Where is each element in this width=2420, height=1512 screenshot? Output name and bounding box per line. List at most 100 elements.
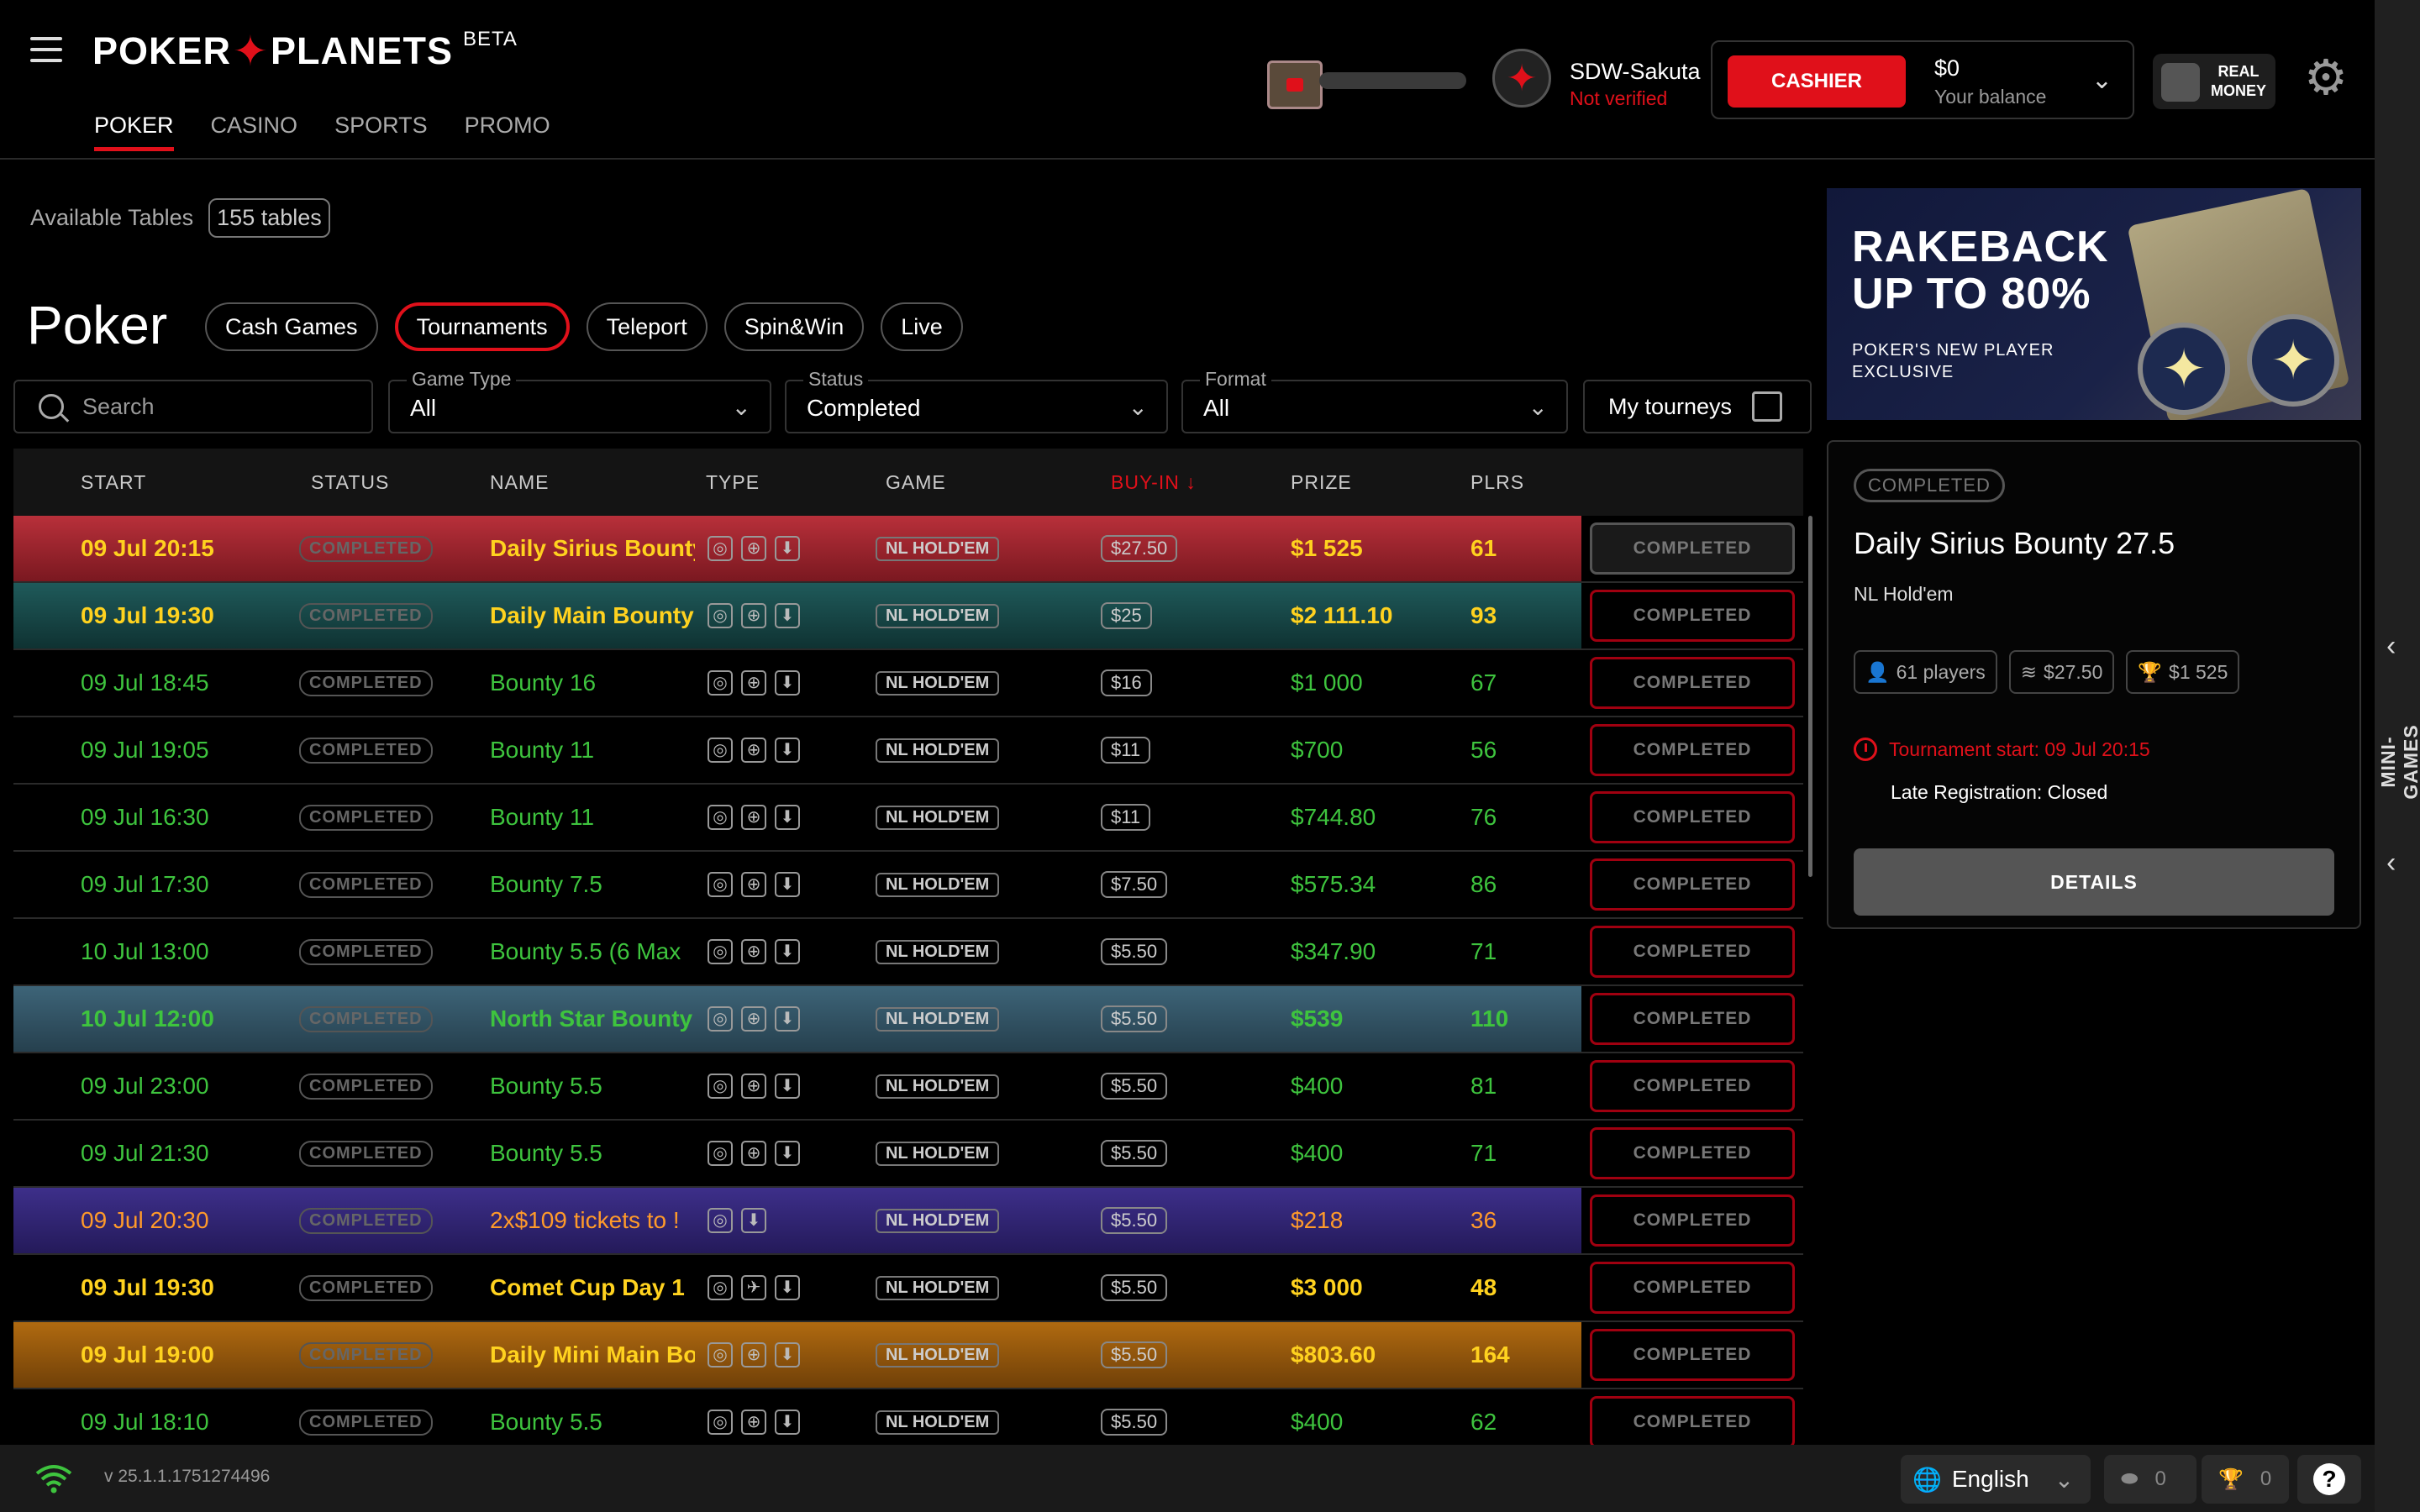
- row-prize: $575.34: [1291, 871, 1376, 897]
- table-row[interactable]: 10 Jul 13:00 COMPLETED Bounty 5.5 (6 Max ◎ ⊕…: [13, 919, 1803, 986]
- col-status[interactable]: STATUS: [311, 471, 389, 494]
- nav-casino[interactable]: CASINO: [211, 113, 298, 151]
- prize-stat: 🏆 $1 525: [2126, 650, 2240, 694]
- tournament-type-icon: ⬇: [775, 1410, 800, 1435]
- my-tourneys-filter[interactable]: My tourneys: [1583, 380, 1812, 433]
- game-badge: NL HOLD'EM: [876, 670, 1000, 696]
- help-button[interactable]: ?: [2297, 1455, 2361, 1504]
- mini-games-strip[interactable]: ‹ MINI-GAMES ‹: [2375, 0, 2420, 1512]
- tab-live[interactable]: Live: [881, 302, 963, 351]
- status-badge: COMPLETED: [299, 1274, 433, 1301]
- mini-games-label[interactable]: MINI-GAMES: [2377, 703, 2420, 821]
- treasure-chest-icon[interactable]: [1267, 60, 1323, 109]
- username[interactable]: SDW-Sakuta: [1570, 59, 1701, 85]
- tab-cash-games[interactable]: Cash Games: [205, 302, 378, 351]
- row-completed-button[interactable]: COMPLETED: [1590, 590, 1795, 642]
- row-plrs: 110: [1470, 1005, 1509, 1032]
- table-row[interactable]: 10 Jul 12:00 COMPLETED North Star Bounty ◎ ⊕…: [13, 986, 1803, 1053]
- search-input[interactable]: [81, 392, 350, 421]
- tournament-type-icon: ⬇: [775, 805, 800, 830]
- table-row[interactable]: 09 Jul 21:30 COMPLETED Bounty 5.5 ◎ ⊕ ⬇ NL HOL…: [13, 1121, 1803, 1188]
- row-completed-button[interactable]: COMPLETED: [1590, 1194, 1795, 1247]
- row-completed-button[interactable]: COMPLETED: [1590, 1127, 1795, 1179]
- col-game[interactable]: GAME: [886, 471, 946, 494]
- row-completed-button[interactable]: COMPLETED: [1590, 522, 1795, 575]
- tournament-type-icon: ◎: [708, 670, 733, 696]
- tournament-table: START STATUS NAME TYPE GAME BUY-IN ↓ PRI…: [13, 449, 1803, 1457]
- row-game-cell: NL HOLD'EM: [876, 717, 1000, 783]
- row-plrs: 76: [1470, 804, 1497, 830]
- tournament-type-icon: ⊕: [741, 939, 766, 964]
- chevron-left-icon[interactable]: ‹: [2386, 630, 2396, 663]
- row-name: Bounty 16: [490, 669, 597, 696]
- row-status-cell: COMPLETED: [299, 852, 433, 917]
- row-name: Daily Main Bounty: [490, 602, 694, 628]
- table-row[interactable]: 09 Jul 17:30 COMPLETED Bounty 7.5 ◎ ⊕ ⬇ NL HOL…: [13, 852, 1803, 919]
- row-completed-button[interactable]: COMPLETED: [1590, 657, 1795, 709]
- row-start: 10 Jul 12:00: [81, 1005, 214, 1032]
- menu-icon[interactable]: [30, 37, 62, 64]
- my-tourneys-checkbox[interactable]: [1752, 391, 1783, 422]
- table-row[interactable]: 09 Jul 19:05 COMPLETED Bounty 11 ◎ ⊕ ⬇ NL HOLD…: [13, 717, 1803, 785]
- col-type[interactable]: TYPE: [706, 471, 760, 494]
- row-completed-button[interactable]: COMPLETED: [1590, 993, 1795, 1045]
- col-plrs[interactable]: PLRS: [1470, 471, 1524, 494]
- nav-sports[interactable]: SPORTS: [334, 113, 428, 151]
- real-money-label: REAL MONEY: [2210, 63, 2266, 99]
- row-type: ◎ ⊕ ⬇: [708, 1053, 800, 1119]
- game-badge: NL HOLD'EM: [876, 872, 1000, 897]
- row-completed-button[interactable]: COMPLETED: [1590, 1329, 1795, 1381]
- chips-icon: ≋: [2020, 660, 2038, 683]
- col-prize[interactable]: PRIZE: [1291, 471, 1352, 494]
- language-select[interactable]: 🌐 English ⌄: [1901, 1455, 2091, 1504]
- row-completed-button[interactable]: COMPLETED: [1590, 1060, 1795, 1112]
- chevron-left-icon[interactable]: ‹: [2386, 847, 2396, 879]
- game-type-select[interactable]: Game Type All ⌄: [388, 368, 771, 433]
- row-name: Daily Mini Main Bo: [490, 1341, 695, 1368]
- game-badge: NL HOLD'EM: [876, 603, 1000, 628]
- tab-tournaments[interactable]: Tournaments: [394, 302, 570, 351]
- format-select[interactable]: Format All ⌄: [1181, 368, 1568, 433]
- table-row[interactable]: 09 Jul 23:00 COMPLETED Bounty 5.5 ◎ ⊕ ⬇ NL HOL…: [13, 1053, 1803, 1121]
- cashier-button[interactable]: CASHIER: [1728, 55, 1906, 108]
- table-scrollbar[interactable]: [1808, 516, 1812, 877]
- col-start[interactable]: START: [81, 471, 146, 494]
- tab-teleport[interactable]: Teleport: [586, 302, 708, 351]
- col-name[interactable]: NAME: [490, 471, 549, 494]
- tab-spin-win[interactable]: Spin&Win: [723, 302, 865, 351]
- row-completed-button[interactable]: COMPLETED: [1590, 858, 1795, 911]
- col-buyin[interactable]: BUY-IN ↓: [1111, 471, 1197, 494]
- details-button[interactable]: DETAILS: [1854, 848, 2334, 916]
- table-row[interactable]: 09 Jul 20:30 COMPLETED 2x$109 tickets to !…: [13, 1188, 1803, 1255]
- chevron-down-icon[interactable]: ⌄: [2091, 66, 2112, 95]
- buyin-badge: $11: [1101, 737, 1151, 764]
- table-row[interactable]: 09 Jul 20:15 COMPLETED Daily Sirius Bounty…: [13, 516, 1803, 583]
- row-completed-button[interactable]: COMPLETED: [1590, 1262, 1795, 1314]
- tournament-type-icon: ⊕: [741, 670, 766, 696]
- tickets-counter[interactable]: ⬬ 0: [2104, 1455, 2196, 1504]
- row-start: 09 Jul 18:45: [81, 669, 209, 696]
- brand-logo[interactable]: POKER ✦ PLANETS BETA: [92, 27, 518, 76]
- row-buyin-cell: $5.50: [1101, 1188, 1168, 1253]
- status-badge: COMPLETED: [299, 1341, 433, 1368]
- table-row[interactable]: 09 Jul 19:30 COMPLETED Daily Main Bounty ◎ ⊕…: [13, 583, 1803, 650]
- verification-status[interactable]: Not verified: [1570, 87, 1667, 110]
- status-select[interactable]: Status Completed ⌄: [785, 368, 1168, 433]
- table-row[interactable]: 09 Jul 19:30 COMPLETED Comet Cup Day 1 ◎ ✈ ⬇ N…: [13, 1255, 1803, 1322]
- avatar[interactable]: ✦: [1492, 49, 1551, 108]
- row-completed-button[interactable]: COMPLETED: [1590, 724, 1795, 776]
- row-completed-button[interactable]: COMPLETED: [1590, 791, 1795, 843]
- table-row[interactable]: 09 Jul 16:30 COMPLETED Bounty 11 ◎ ⊕ ⬇ NL HOLD…: [13, 785, 1803, 852]
- table-row[interactable]: 09 Jul 18:45 COMPLETED Bounty 16 ◎ ⊕ ⬇ NL HOLD…: [13, 650, 1803, 717]
- table-row[interactable]: 09 Jul 19:00 COMPLETED Daily Mini Main Bo ◎…: [13, 1322, 1803, 1389]
- nav-poker[interactable]: POKER: [94, 113, 174, 151]
- gear-icon[interactable]: ⚙: [2304, 54, 2348, 102]
- real-money-toggle[interactable]: REAL MONEY: [2153, 54, 2275, 109]
- nav-promo[interactable]: PROMO: [465, 113, 550, 151]
- tournament-start: Tournament start: 09 Jul 20:15: [1854, 738, 2150, 761]
- row-completed-button[interactable]: COMPLETED: [1590, 926, 1795, 978]
- toggle-switch[interactable]: [2161, 63, 2200, 102]
- rakeback-banner[interactable]: ✦ ✦ RAKEBACK UP TO 80% POKER'S NEW PLAYER…: [1827, 188, 2361, 420]
- trophies-counter[interactable]: 🏆 0: [2202, 1455, 2289, 1504]
- row-completed-button[interactable]: COMPLETED: [1590, 1396, 1795, 1448]
